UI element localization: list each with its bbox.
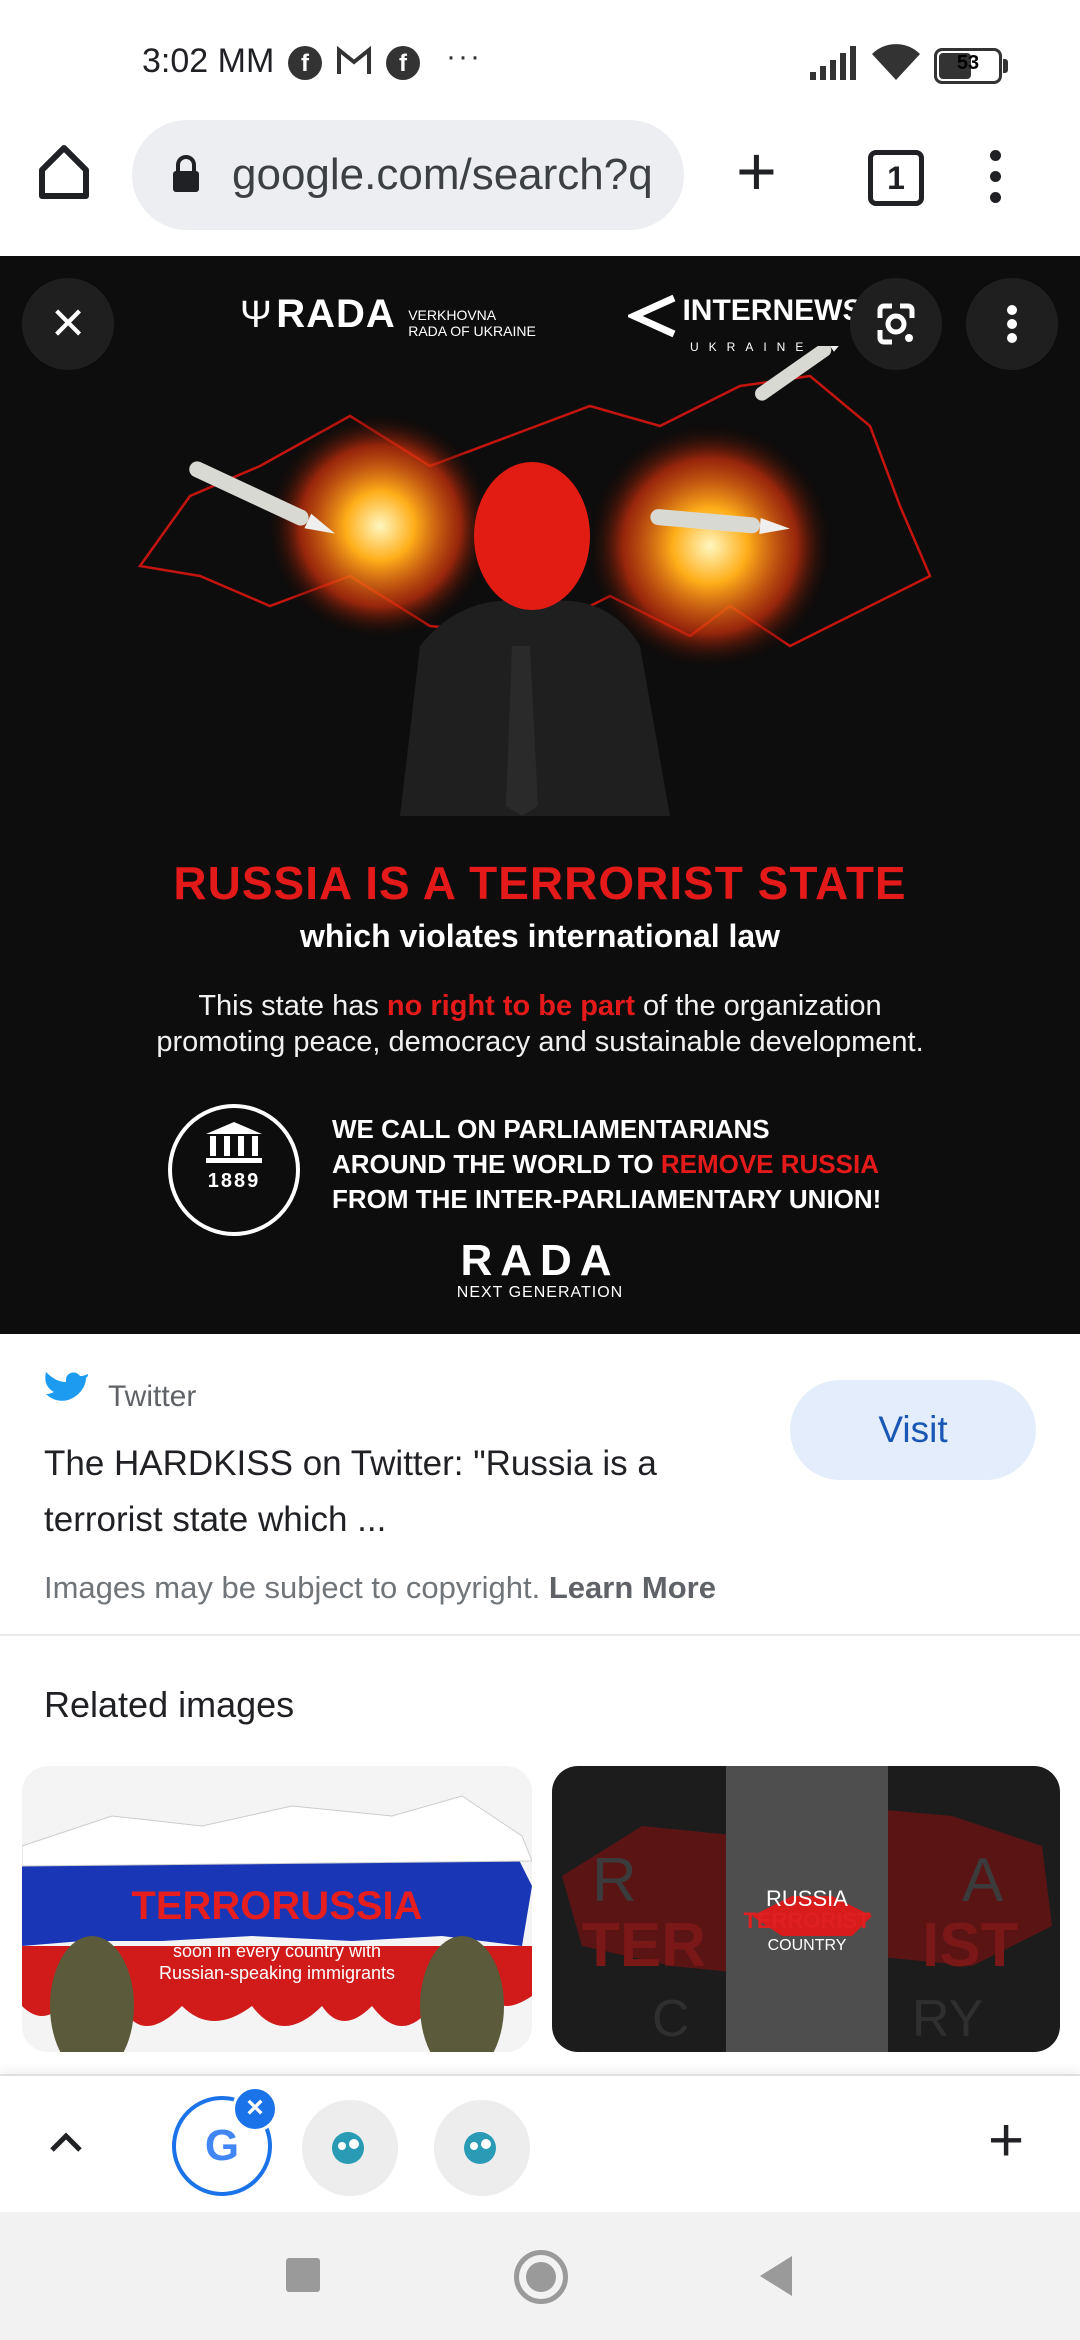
call-to-action: WE CALL ON PARLIAMENTARIANS AROUND THE W… [332, 1112, 881, 1217]
twitter-icon [44, 1370, 90, 1413]
body-text-highlight: no right to be part [386, 990, 635, 1022]
body-text-part1: This state has [198, 990, 387, 1022]
status-time: 3:02 MM [142, 42, 275, 80]
google-icon: G [204, 2121, 240, 2170]
more-vert-icon [1007, 305, 1017, 343]
tab-thumbnail[interactable] [434, 2100, 530, 2196]
related-images-heading: Related images [44, 1684, 295, 1725]
battery-icon: 53 [934, 48, 1008, 84]
close-icon: × [246, 2091, 264, 2124]
subheadline: which violates international law [299, 918, 781, 954]
tab-favicon-icon [332, 2132, 364, 2164]
thumb2-overlay-line3: COUNTRY [767, 1937, 847, 1954]
system-nav-bar [0, 2212, 1080, 2340]
trident-icon: Ψ [240, 294, 272, 336]
rada-subtitle-line1: VERKHOVNA [408, 306, 497, 323]
ipu-logo: 1889 [168, 1104, 300, 1236]
url-text: google.com/search?q [232, 150, 653, 199]
related-image-thumbnail[interactable]: TERRORUSSIA soon in every country with R… [22, 1766, 532, 2052]
related-image-thumbnail[interactable]: R A TER IST C RY RUSSIA TERRORIST COUNTR… [552, 1766, 1060, 2052]
menu-dot [990, 150, 1001, 161]
thumb2-bg-text-2: A [962, 1846, 1004, 1915]
building-icon [206, 1122, 262, 1163]
call-line2: AROUND THE WORLD TO [332, 1149, 661, 1179]
recents-button[interactable] [286, 2258, 320, 2292]
home-icon [39, 145, 89, 199]
call-line1: WE CALL ON PARLIAMENTARIANS [332, 1114, 770, 1144]
body-text-part2: of the organization [635, 990, 882, 1022]
tab-thumbnail[interactable] [302, 2100, 398, 2196]
more-notifications-icon: ··· [446, 40, 482, 73]
viewer-more-button[interactable] [966, 278, 1058, 370]
rada-logo-subtitle: VERKHOVNA RADA OF UKRAINE [408, 307, 536, 339]
new-tab-plus-icon[interactable]: + [736, 136, 777, 206]
thumb1-title: TERRORUSSIA [131, 1884, 423, 1928]
url-bar[interactable]: google.com/search?q [132, 120, 684, 230]
signal-icon [810, 46, 860, 85]
thumb2-overlay: RUSSIA TERRORIST COUNTRY [726, 1888, 888, 1957]
chevron-up-icon [50, 2132, 82, 2152]
gmail-icon [336, 45, 372, 81]
wifi-icon [872, 44, 920, 87]
home-nav-button[interactable] [514, 2250, 568, 2304]
close-icon: × [51, 290, 85, 355]
thumb2-overlay-line2: TERRORIST [743, 1908, 871, 1933]
thumb2-bg-text-5: C [652, 1990, 690, 2048]
rada-subtitle-line2: RADA OF UKRAINE [408, 322, 536, 339]
result-title[interactable]: The HARDKISS on Twitter: "Russia is a te… [44, 1436, 764, 1548]
thumb2-bg-text-1: R [592, 1846, 637, 1915]
copyright-text: Images may be subject to copyright. [44, 1570, 541, 1605]
rada-logo-text: RADA [276, 292, 396, 336]
internews-mark-icon [625, 294, 676, 338]
close-tab-button[interactable]: × [232, 2086, 278, 2132]
menu-dot [990, 192, 1001, 203]
tab-favicon-icon [464, 2132, 496, 2164]
russia-explosion-artwork [137, 346, 932, 816]
call-line3: FROM THE INTER-PARLIAMENTARY UNION! [332, 1184, 882, 1214]
battery-level: 53 [956, 52, 980, 74]
thumb1-caption-line2: Russian-speaking immigrants [158, 1963, 396, 1983]
body-text-line2: promoting peace, democracy and sustainab… [156, 1026, 924, 1058]
menu-dot [990, 171, 1001, 182]
divider [0, 1634, 1080, 1636]
internews-logo-text: INTERNEWS [682, 294, 863, 328]
rada-next-generation-logo: RADA NEXT GENERATION [0, 1238, 1080, 1302]
thumb2-bg-text-6: RY [912, 1990, 983, 2048]
thumb2-bg-text-4: IST [922, 1911, 1019, 1980]
copyright-notice: Images may be subject to copyright. Lear… [44, 1570, 716, 1606]
back-button[interactable] [760, 2256, 792, 2296]
thumb2-bg-text-3: TER [582, 1911, 706, 1980]
status-bar: 3:02 MM f f ··· 53 [0, 0, 1080, 120]
image-viewer[interactable]: × Ψ RADA VERKHOVNA RADA OF UKRAINE INTER… [0, 256, 1080, 1334]
tab-strip: G × + [0, 2074, 1080, 2214]
home-nav-icon [526, 2262, 556, 2292]
tab-switcher-button[interactable]: 1 [868, 150, 924, 206]
thumb1-caption-line1: soon in every country with [172, 1941, 382, 1961]
expand-tabs-button[interactable] [46, 2122, 86, 2167]
body-text: This state has no right to be part of th… [0, 988, 1080, 1060]
facebook-icon: f [386, 46, 420, 80]
footer-logo-text: RADA [460, 1236, 620, 1285]
source-site[interactable]: Twitter [108, 1380, 196, 1414]
add-tab-plus-icon[interactable]: + [988, 2106, 1024, 2176]
visit-button[interactable]: Visit [790, 1380, 1036, 1480]
footer-logo-subtitle: NEXT GENERATION [456, 1284, 624, 1301]
rada-logo: Ψ RADA VERKHOVNA RADA OF UKRAINE [240, 292, 536, 339]
facebook-icon: f [288, 46, 322, 80]
learn-more-link[interactable]: Learn More [549, 1570, 716, 1605]
ipu-year: 1889 [207, 1170, 261, 1192]
overflow-menu-button[interactable] [990, 150, 1001, 213]
lock-icon [170, 154, 202, 199]
close-viewer-button[interactable]: × [22, 278, 114, 370]
thumb1-caption: soon in every country with Russian-speak… [22, 1940, 532, 1984]
home-button[interactable] [32, 140, 102, 210]
headline: RUSSIA IS A TERRORIST STATE [173, 857, 907, 909]
call-line2-highlight: REMOVE RUSSIA [660, 1149, 879, 1179]
